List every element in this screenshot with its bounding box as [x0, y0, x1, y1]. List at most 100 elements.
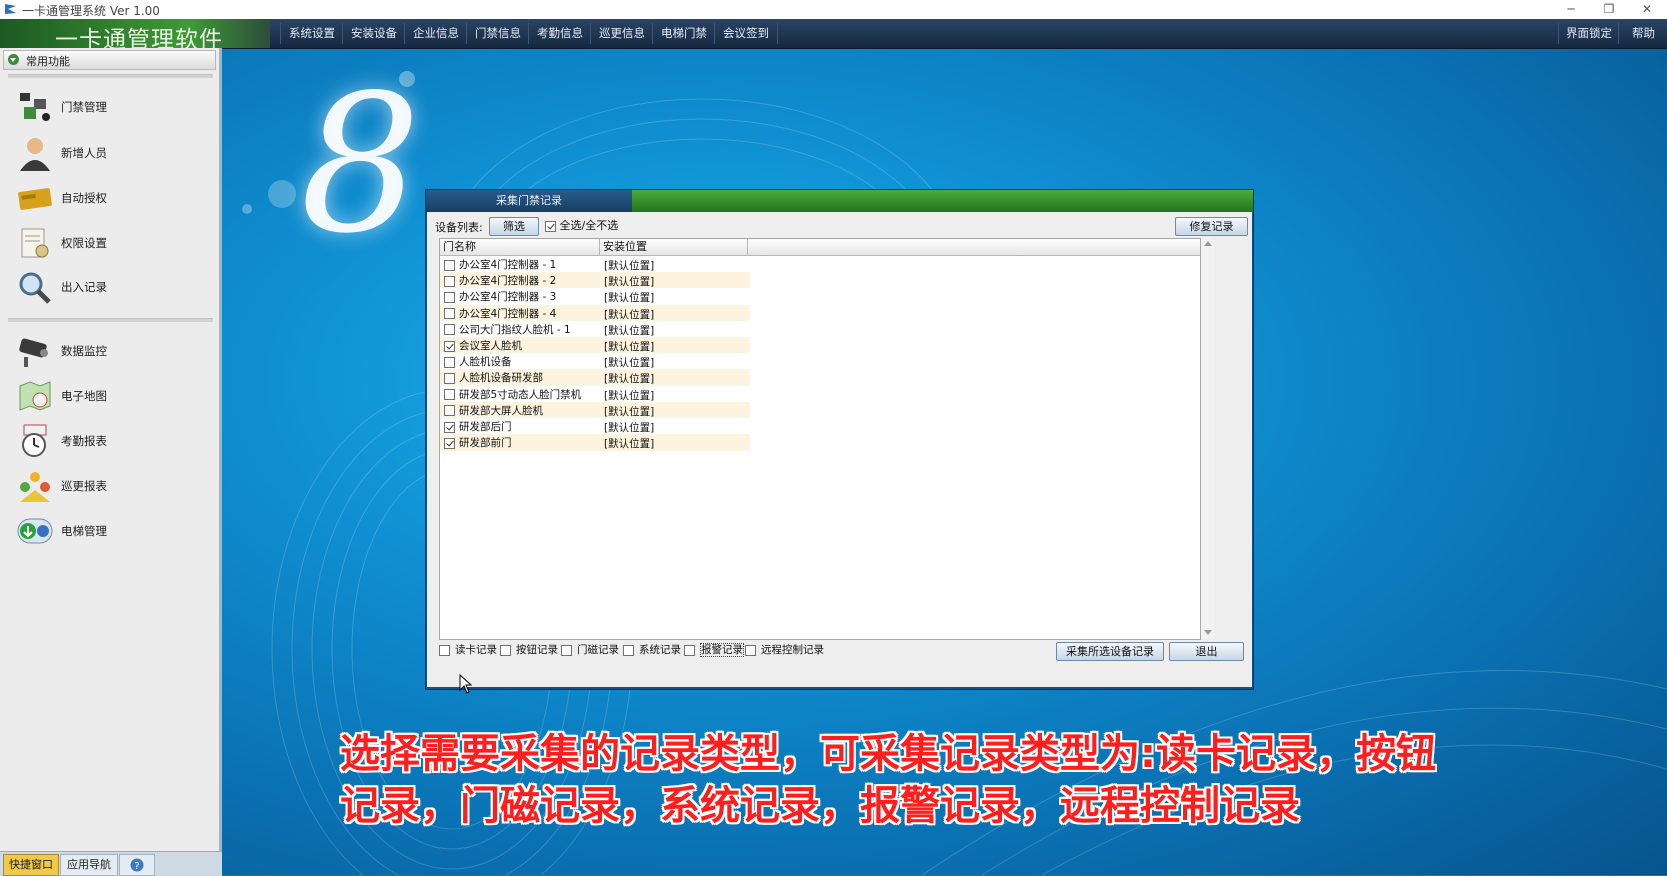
menu-system-settings[interactable]: 系统设置 — [280, 23, 343, 44]
table-row[interactable]: 办公室4门控制器 - 2 [默认位置] — [440, 272, 750, 289]
row-checkbox[interactable] — [444, 308, 455, 320]
sidebar-item-label: 电梯管理 — [61, 524, 107, 538]
table-row[interactable]: 研发部5寸动态人脸门禁机 [默认位置] — [440, 385, 750, 403]
scroll-up-icon[interactable] — [1204, 241, 1212, 246]
row-checkbox[interactable] — [444, 291, 455, 303]
column-header-location[interactable]: 安装位置 — [600, 239, 748, 255]
row-door-name-cell: 办公室4门控制器 - 1 — [444, 257, 556, 272]
elevator-arrows-icon — [17, 518, 53, 544]
row-checkbox[interactable] — [444, 421, 455, 433]
sidebar-item-label: 巡更报表 — [61, 479, 107, 493]
sidebar-header[interactable]: 常用功能 — [3, 50, 216, 70]
checkbox-icon — [684, 644, 695, 656]
sidebar-item-attendance-report[interactable]: 考勤报表 — [14, 420, 209, 462]
row-checkbox[interactable] — [444, 372, 455, 384]
row-checkbox[interactable] — [444, 259, 455, 271]
menu-install-device[interactable]: 安装设备 — [342, 23, 405, 44]
table-row[interactable]: 人脸机设备研发部 [默认位置] — [440, 369, 750, 386]
main-menubar: 一卡通管理软件 系统设置 安装设备 企业信息 门禁信息 考勤信息 巡更信息 电梯… — [0, 19, 1667, 53]
record-type-label: 系统记录 — [639, 644, 681, 656]
row-location: [默认位置] — [604, 373, 655, 386]
svg-text:?: ? — [134, 861, 139, 872]
row-door-name-cell: 人脸机设备研发部 — [444, 370, 543, 385]
sidebar-item-label: 权限设置 — [61, 236, 107, 250]
record-type-label: 读卡记录 — [455, 644, 497, 656]
restore-button[interactable]: ❐ — [1590, 0, 1628, 19]
record-type-alarm[interactable]: 报警记录 — [684, 642, 744, 657]
row-door-name: 研发部前门 — [459, 437, 512, 450]
record-type-button[interactable]: 按钮记录 — [500, 642, 558, 657]
table-row[interactable]: 人脸机设备 [默认位置] — [440, 353, 750, 370]
record-type-door-sensor[interactable]: 门磁记录 — [561, 642, 619, 657]
logo-figure-eight: 8 — [300, 54, 421, 275]
checkbox-icon — [745, 644, 756, 656]
filter-button[interactable]: 筛选 — [489, 217, 539, 236]
row-checkbox[interactable] — [444, 275, 455, 287]
select-all-checkbox[interactable]: 全选/全不选 — [545, 217, 618, 233]
sidebar-item-label: 新增人员 — [61, 146, 107, 160]
table-row[interactable]: 办公室4门控制器 - 3 [默认位置] — [440, 288, 750, 305]
table-row[interactable]: 研发部后门 [默认位置] — [440, 418, 750, 435]
table-row[interactable]: 研发部前门 [默认位置] — [440, 434, 750, 451]
row-door-name: 人脸机设备 — [459, 356, 512, 369]
row-location: [默认位置] — [604, 276, 655, 289]
row-checkbox[interactable] — [444, 324, 455, 336]
brand-banner: 一卡通管理软件 — [0, 19, 270, 53]
record-type-remote-control[interactable]: 远程控制记录 — [745, 642, 824, 657]
camera-icon — [19, 338, 48, 367]
table-row[interactable]: 会议室人脸机 [默认位置] — [440, 337, 750, 354]
table-row[interactable]: 办公室4门控制器 - 4 [默认位置] — [440, 304, 750, 322]
column-header-door-name[interactable]: 门名称 — [440, 239, 600, 255]
row-door-name-cell: 办公室4门控制器 - 3 — [444, 289, 556, 304]
table-header: 门名称 安装位置 — [440, 239, 1200, 256]
menu-meeting-checkin[interactable]: 会议签到 — [714, 23, 778, 44]
collect-selected-button[interactable]: 采集所选设备记录 — [1056, 642, 1164, 661]
row-checkbox[interactable] — [444, 340, 455, 352]
exit-button[interactable]: 退出 — [1169, 642, 1244, 661]
help-icon: ? — [130, 858, 144, 872]
sidebar-item-permission-settings[interactable]: 权限设置 — [14, 222, 209, 264]
collect-access-records-dialog: 采集门禁记录 设备列表: 筛选 全选/全不选 修复记录 门名称 安装位置 办公室… — [425, 189, 1254, 690]
vertical-scrollbar[interactable] — [1201, 238, 1214, 638]
menu-elevator-access[interactable]: 电梯门禁 — [652, 23, 715, 44]
sidebar-item-electronic-map[interactable]: 电子地图 — [14, 375, 209, 417]
row-door-name: 研发部大屏人脸机 — [459, 404, 543, 417]
sidebar-item-patrol-report[interactable]: 巡更报表 — [14, 465, 209, 507]
menu-attendance-info[interactable]: 考勤信息 — [528, 23, 591, 44]
record-type-label: 远程控制记录 — [761, 644, 824, 656]
tab-app-navigation[interactable]: 应用导航 — [60, 854, 118, 876]
sidebar-item-elevator-management[interactable]: 电梯管理 — [14, 510, 209, 552]
record-type-card-read[interactable]: 读卡记录 — [439, 642, 497, 657]
record-type-system[interactable]: 系统记录 — [623, 642, 681, 657]
row-location: [默认位置] — [604, 422, 655, 434]
menu-access-info[interactable]: 门禁信息 — [466, 23, 529, 44]
sidebar-item-entry-records[interactable]: 出入记录 — [14, 266, 209, 308]
row-checkbox[interactable] — [444, 437, 455, 449]
sidebar-item-access-management[interactable]: 门禁管理 — [14, 86, 209, 128]
help-button[interactable]: ? — [119, 854, 155, 876]
window-title: 一卡通管理系统 Ver 1.00 — [22, 4, 160, 18]
row-checkbox[interactable] — [444, 356, 455, 368]
collapse-icon — [8, 54, 19, 65]
menu-patrol-info[interactable]: 巡更信息 — [590, 23, 653, 44]
sidebar-item-add-person[interactable]: 新增人员 — [14, 132, 209, 174]
sidebar-item-auto-authorize[interactable]: 自动授权 — [14, 177, 209, 219]
repair-records-button[interactable]: 修复记录 — [1175, 217, 1248, 236]
scroll-down-icon[interactable] — [1204, 630, 1212, 635]
table-row[interactable]: 办公室4门控制器 - 1 [默认位置] — [440, 256, 750, 273]
row-checkbox[interactable] — [444, 405, 455, 417]
table-row[interactable]: 公司大门指纹人脸机 - 1 [默认位置] — [440, 320, 750, 338]
close-button[interactable]: ✕ — [1628, 0, 1666, 19]
row-door-name-cell: 人脸机设备 — [444, 354, 512, 369]
sidebar-item-data-monitor[interactable]: 数据监控 — [14, 330, 209, 372]
menu-help[interactable]: 帮助 — [1618, 23, 1667, 44]
tab-quick-window[interactable]: 快捷窗口 — [3, 854, 59, 876]
menu-lock-screen[interactable]: 界面锁定 — [1558, 23, 1619, 44]
menu-company-info[interactable]: 企业信息 — [404, 23, 467, 44]
tutorial-caption-line-2: 记录，门磁记录，系统记录，报警记录，远程控制记录 — [340, 783, 1300, 829]
row-door-name: 研发部5寸动态人脸门禁机 — [459, 388, 582, 401]
row-checkbox[interactable] — [444, 389, 455, 401]
table-row[interactable]: 研发部大屏人脸机 [默认位置] — [440, 401, 750, 419]
minimize-button[interactable]: ─ — [1552, 0, 1590, 19]
card-icon — [18, 188, 52, 210]
